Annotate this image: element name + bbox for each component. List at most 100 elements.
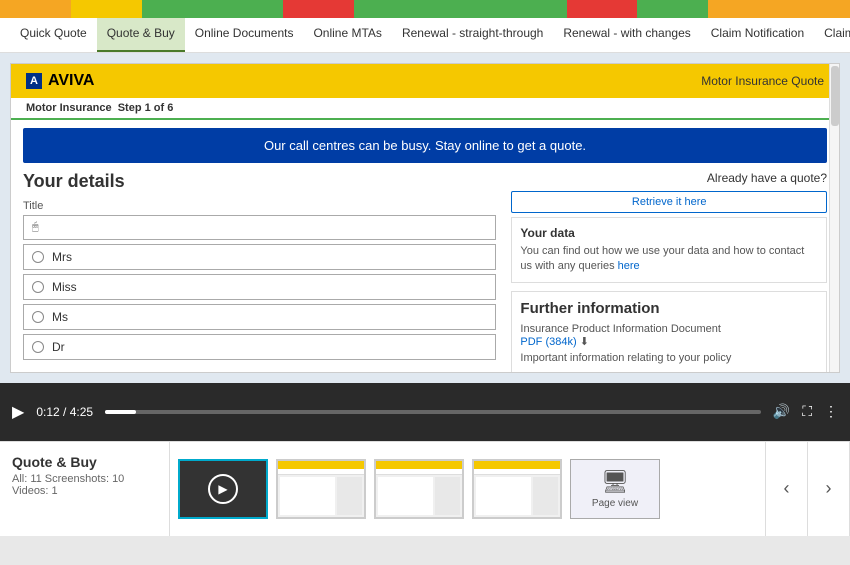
nav-quick-quote[interactable]: Quick Quote [10, 18, 97, 52]
further-doc1: Insurance Product Information Document P… [520, 323, 818, 348]
your-data-link[interactable]: here [618, 260, 640, 272]
radio-label-mrs: Mrs [52, 250, 72, 264]
aviva-logo-text: AVIVA [48, 72, 95, 90]
color-seg-2 [71, 0, 142, 18]
progress-bar[interactable] [105, 410, 761, 414]
fullscreen-icon[interactable]: ⛶ [802, 403, 812, 420]
nav-claim-tracking[interactable]: Claim Tracking [814, 18, 850, 52]
title-label: Title [23, 200, 496, 212]
thumb-inner-1 [278, 461, 364, 517]
thumb-side-2 [435, 477, 460, 515]
next-arrow[interactable]: › [808, 442, 850, 536]
color-bar [0, 0, 850, 18]
aviva-logo-box: A [26, 73, 42, 89]
aviva-left-column: Your details Title 🖱 Mrs Miss Ms [23, 171, 496, 373]
radio-label-miss: Miss [52, 280, 77, 294]
thumbnail-screenshot-2[interactable] [374, 459, 464, 519]
thumb-main-3 [476, 477, 531, 515]
main-content: A AVIVA Motor Insurance Quote Motor Insu… [0, 53, 850, 383]
bottom-panel: Quote & Buy All: 11 Screenshots: 10 Vide… [0, 441, 850, 536]
color-seg-6 [354, 0, 425, 18]
thumb-content-1 [278, 475, 364, 517]
nav-online-mtas[interactable]: Online MTAs [303, 18, 391, 52]
aviva-right-column: Already have a quote? Retrieve it here Y… [511, 171, 827, 373]
radio-label-dr: Dr [52, 340, 65, 354]
color-seg-8 [496, 0, 567, 18]
page-view-label: Page view [592, 498, 638, 509]
bottom-subtitle: All: 11 Screenshots: 10 Videos: 1 [12, 473, 157, 497]
navigation-bar: Quick Quote Quote & Buy Online Documents… [0, 18, 850, 53]
color-seg-7 [425, 0, 496, 18]
color-seg-4 [212, 0, 283, 18]
retrieve-button[interactable]: Retrieve it here [511, 191, 827, 213]
thumb-bar-2 [376, 461, 462, 469]
play-button[interactable]: ▶ [12, 402, 24, 422]
cursor-indicator: 🖱 [32, 221, 39, 234]
thumb-bar-3 [474, 461, 560, 469]
color-seg-5 [283, 0, 354, 18]
radio-circle-dr [32, 341, 44, 353]
aviva-frame: A AVIVA Motor Insurance Quote Motor Insu… [10, 63, 840, 373]
thumbnail-video[interactable]: ▶ [178, 459, 268, 519]
thumb-content-3 [474, 475, 560, 517]
thumbnails-area: ▶ [170, 442, 765, 536]
progress-fill [105, 410, 136, 414]
bottom-title: Quote & Buy [12, 454, 157, 470]
thumbnail-screenshot-1[interactable] [276, 459, 366, 519]
your-data-title: Your data [520, 226, 818, 240]
thumb-main-1 [280, 477, 335, 515]
further-info-title: Further information [520, 300, 818, 317]
aviva-body: Your details Title 🖱 Mrs Miss Ms [11, 171, 839, 373]
download-icon-1[interactable]: PDF (384k) [520, 336, 576, 348]
nav-renewal-straight[interactable]: Renewal - straight-through [392, 18, 553, 52]
thumb-play-icon: ▶ [208, 474, 238, 504]
color-seg-12 [779, 0, 850, 18]
title-input[interactable]: 🖱 [23, 215, 496, 240]
radio-mrs[interactable]: Mrs [23, 244, 496, 270]
thumb-bar-1 [278, 461, 364, 469]
more-options-icon[interactable]: ⋮ [824, 403, 838, 420]
step-indicator: Step 1 of 6 [118, 102, 174, 114]
radio-dr[interactable]: Dr [23, 334, 496, 360]
radio-miss[interactable]: Miss [23, 274, 496, 300]
nav-online-documents[interactable]: Online Documents [185, 18, 304, 52]
color-seg-1 [0, 0, 71, 18]
thumb-side-3 [533, 477, 558, 515]
volume-icon[interactable]: 🔊 [773, 403, 790, 420]
thumb-content-2 [376, 475, 462, 517]
scrollbar[interactable] [829, 64, 839, 372]
radio-circle-miss [32, 281, 44, 293]
video-player: ▶ 0:12 / 4:25 🔊 ⛶ ⋮ [0, 383, 850, 441]
further-doc2: Important information relating to your p… [520, 352, 818, 364]
page-view-icon: 🖥 [601, 469, 629, 495]
thumbnail-page-view[interactable]: 🖥 Page view [570, 459, 660, 519]
radio-circle-mrs [32, 251, 44, 263]
aviva-header: A AVIVA Motor Insurance Quote [11, 64, 839, 98]
bottom-left-info: Quote & Buy All: 11 Screenshots: 10 Vide… [0, 442, 170, 536]
thumb-inner-2 [376, 461, 462, 517]
prev-arrow[interactable]: ‹ [766, 442, 808, 536]
radio-ms[interactable]: Ms [23, 304, 496, 330]
color-seg-11 [708, 0, 779, 18]
nav-arrows: ‹ › [765, 442, 850, 536]
nav-claim-notification[interactable]: Claim Notification [701, 18, 814, 52]
aviva-logo: A AVIVA [26, 72, 94, 90]
thumbnail-screenshot-3[interactable] [472, 459, 562, 519]
color-seg-9 [567, 0, 638, 18]
further-info-box: Further information Insurance Product In… [511, 291, 827, 372]
scroll-thumb [831, 66, 839, 126]
color-seg-3 [142, 0, 213, 18]
nav-quote-buy[interactable]: Quote & Buy [97, 18, 185, 52]
radio-label-ms: Ms [52, 310, 68, 324]
breadcrumb-text: Motor Insurance [26, 102, 112, 114]
time-display: 0:12 / 4:25 [36, 405, 93, 419]
thumb-main-2 [378, 477, 433, 515]
nav-renewal-changes[interactable]: Renewal - with changes [553, 18, 700, 52]
aviva-banner: Our call centres can be busy. Stay onlin… [23, 128, 827, 163]
thumb-inner-3 [474, 461, 560, 517]
aviva-subheader: Motor Insurance Step 1 of 6 [11, 98, 839, 120]
section-title: Your details [23, 171, 496, 192]
aviva-header-right: Motor Insurance Quote [701, 74, 824, 88]
radio-circle-ms [32, 311, 44, 323]
color-seg-10 [637, 0, 708, 18]
